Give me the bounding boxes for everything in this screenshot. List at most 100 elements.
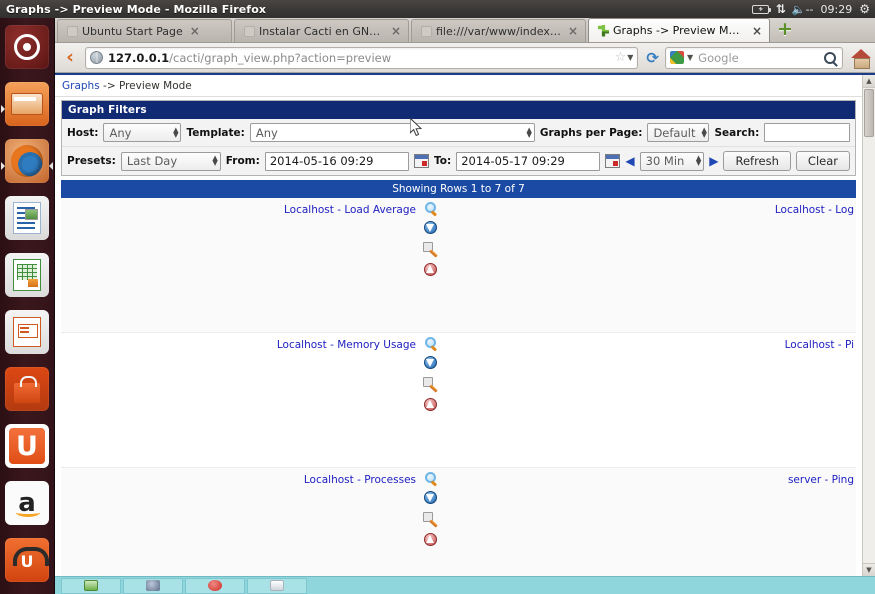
scroll-down-icon[interactable]: ▼ [863,563,875,576]
back-button[interactable]: ‹ [59,46,81,70]
graph-zoom-icon[interactable] [424,472,436,483]
launcher-item-software-center[interactable] [0,367,54,420]
graph-csv-export-icon[interactable] [423,221,437,234]
presets-label: Presets: [67,155,116,167]
breadcrumb-graphs-link[interactable]: Graphs [62,80,100,92]
graph-title[interactable]: Localhost - Log [775,204,854,216]
navigation-toolbar: ‹ 127.0.0.1/cacti/graph_view.php?action=… [55,43,875,73]
launcher-item-ubuntu-one-music[interactable] [0,538,54,591]
new-tab-button[interactable]: + [775,20,795,41]
graph-title[interactable]: Localhost - Memory Usage [277,339,416,351]
launcher-item-ubuntu-one[interactable]: U [0,424,54,477]
launcher-item-calc[interactable] [0,253,54,306]
taskbar-item[interactable] [123,577,183,594]
bookmark-star-icon[interactable]: ☆ [615,50,627,65]
presets-select[interactable]: Last Day ▲ ▼ [120,151,221,171]
volume-icon[interactable]: 🔈-- [792,4,814,15]
graph-cell-memory-usage[interactable]: Localhost - Memory Usage [61,333,441,468]
libreoffice-writer-icon[interactable] [5,196,49,240]
graph-title[interactable]: Localhost - Load Average [284,204,416,216]
launcher-item-writer[interactable] [0,196,54,249]
launcher-item-amazon[interactable]: a [0,481,54,534]
close-icon[interactable]: × [568,25,578,37]
graph-title[interactable]: server - Ping [788,474,854,486]
ubuntu-one-icon[interactable]: U [5,424,49,468]
home-icon[interactable] [851,48,871,69]
graph-csv-export-icon[interactable] [423,491,437,504]
calendar-icon[interactable] [605,154,621,168]
scroll-up-icon[interactable]: ▲ [863,75,875,88]
tab-ubuntu-start-page[interactable]: Ubuntu Start Page × [57,19,232,42]
search-input[interactable] [764,123,850,142]
host-select[interactable]: Any ▲ ▼ [103,123,182,142]
ubuntu-logo-icon[interactable] [5,25,49,69]
battery-icon[interactable] [751,4,771,14]
taskbar-item[interactable] [247,577,307,594]
from-date-input[interactable]: 2014-05-16 09:29 [264,151,410,171]
url-bar[interactable]: 127.0.0.1/cacti/graph_view.php?action=pr… [85,46,639,69]
tab-instalar-cacti[interactable]: Instalar Cacti en GNU/Lin... × [234,19,409,42]
refresh-button[interactable]: Refresh [723,151,791,171]
graph-realtime-icon[interactable] [423,263,437,276]
template-select[interactable]: Any ▲ ▼ [249,123,535,142]
graphs-per-page-select[interactable]: Default ▲ ▼ [647,123,710,142]
libreoffice-calc-icon[interactable] [5,253,49,297]
spinner-icon: ▲ ▼ [173,125,179,139]
scrollbar-thumb[interactable] [864,89,874,137]
unity-launcher: U a >_ [0,18,55,594]
launcher-item-dash-home[interactable] [0,25,54,78]
launcher-item-impress[interactable] [0,310,54,363]
close-icon[interactable]: × [391,25,401,37]
graph-icon-column [421,337,439,411]
calendar-icon[interactable] [414,154,430,168]
search-icon[interactable] [824,51,836,64]
software-center-icon[interactable] [5,367,49,411]
tab-label: Graphs -> Preview Mode [613,24,745,37]
graph-properties-icon[interactable] [423,242,437,255]
graph-csv-export-icon[interactable] [423,356,437,369]
graph-title[interactable]: Localhost - Processes [304,474,416,486]
graph-zoom-icon[interactable] [424,337,436,348]
graph-realtime-icon[interactable] [423,398,437,411]
close-icon[interactable]: × [752,25,762,37]
ubuntu-one-music-icon[interactable] [5,538,49,582]
clear-button[interactable]: Clear [795,151,850,171]
reload-icon[interactable]: ⟳ [646,49,659,67]
tab-index-html[interactable]: file:///var/www/index.html × [411,19,586,42]
chevron-down-icon[interactable]: ▼ [687,53,693,62]
network-icon[interactable]: ⇅ [776,3,786,15]
shift-left-icon[interactable]: ◀ [625,155,634,167]
chevron-down-icon[interactable]: ▼ [627,53,633,62]
launcher-item-files[interactable] [0,82,54,135]
amazon-icon[interactable]: a [5,481,49,525]
vertical-scrollbar[interactable]: ▲ ▼ [862,75,875,576]
url-path: /cacti/graph_view.php?action=preview [169,50,392,65]
window-title: Graphs -> Preview Mode - Mozilla Firefox [6,2,267,16]
to-date-input[interactable]: 2014-05-17 09:29 [456,151,601,171]
libreoffice-impress-icon[interactable] [5,310,49,354]
shift-right-icon[interactable]: ▶ [709,155,718,167]
taskbar-item[interactable] [61,577,121,594]
graph-properties-icon[interactable] [423,512,437,525]
graph-cell-logged-in-users[interactable]: Localhost - Log [441,198,856,333]
tab-graphs-preview-mode[interactable]: Graphs -> Preview Mode × [588,18,770,42]
graph-title[interactable]: Localhost - Pi [785,339,854,351]
graph-filters-title: Graph Filters [62,101,855,119]
graph-cell-load-average[interactable]: Localhost - Load Average [61,198,441,333]
indicator-area: ⇅ 🔈-- 09:29 ⚙ [751,3,875,15]
close-icon[interactable]: × [190,25,200,37]
files-icon[interactable] [5,82,49,126]
graph-cell-ping[interactable]: Localhost - Pi [441,333,856,468]
graph-zoom-icon[interactable] [424,202,436,213]
graph-cell-server-ping[interactable]: server - Ping [441,468,856,576]
graph-cell-processes[interactable]: Localhost - Processes [61,468,441,576]
graph-properties-icon[interactable] [423,377,437,390]
clock-indicator[interactable]: 09:29 [821,4,853,15]
taskbar-item[interactable] [185,577,245,594]
launcher-item-firefox[interactable] [0,139,54,192]
firefox-icon[interactable] [5,139,49,183]
gear-icon[interactable]: ⚙ [859,3,870,15]
search-bar[interactable]: ▼ Google [665,46,843,69]
graph-realtime-icon[interactable] [423,533,437,546]
interval-select[interactable]: 30 Min ▲ ▼ [639,151,705,171]
